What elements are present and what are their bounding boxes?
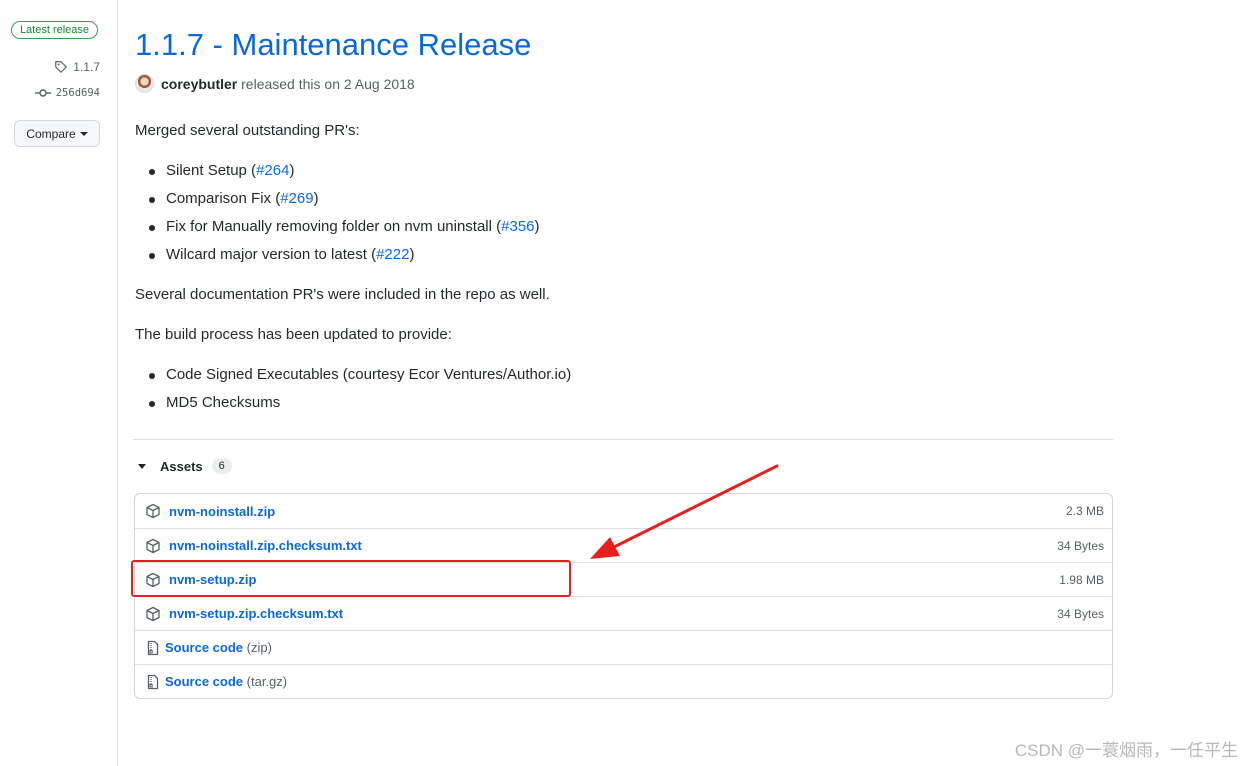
package-icon	[146, 606, 160, 621]
asset-row[interactable]: nvm-noinstall.zip.checksum.txt 34 Bytes	[135, 528, 1112, 562]
git-commit-icon	[34, 89, 51, 97]
source-row[interactable]: Source code (tar.gz)	[135, 664, 1112, 698]
commit-sha: 256d694	[55, 87, 100, 99]
author-link[interactable]: coreybutler	[161, 76, 237, 92]
latest-release-badge[interactable]: Latest release	[11, 21, 98, 39]
asset-row[interactable]: nvm-setup.zip.checksum.txt 34 Bytes	[135, 596, 1112, 630]
asset-size: 34 Bytes	[1057, 606, 1104, 621]
release-title[interactable]: 1.1.7 - Maintenance Release	[135, 27, 531, 63]
asset-link[interactable]: nvm-noinstall.zip	[169, 504, 275, 519]
compare-button[interactable]: Compare	[14, 120, 100, 147]
compare-label: Compare	[26, 126, 76, 141]
tag-link[interactable]: 1.1.7	[54, 60, 100, 74]
asset-link[interactable]: nvm-noinstall.zip.checksum.txt	[169, 538, 362, 553]
divider	[133, 439, 1113, 440]
highlight-box	[131, 560, 571, 597]
asset-row[interactable]: nvm-noinstall.zip 2.3 MB	[135, 494, 1112, 528]
intro-paragraph: Merged several outstanding PR's:	[135, 122, 360, 139]
release-author-line: coreybutler released this on 2 Aug 2018	[135, 74, 415, 93]
file-zip-icon	[147, 674, 159, 689]
asset-size: 1.98 MB	[1059, 572, 1104, 587]
list-item: Wilcard major version to latest (#222)	[135, 241, 540, 269]
package-icon	[146, 538, 160, 553]
pr-link[interactable]: #269	[280, 190, 313, 207]
build-paragraph: The build process has been updated to pr…	[135, 326, 452, 343]
release-date-text: released this on 2 Aug 2018	[241, 75, 415, 92]
list-item: MD5 Checksums	[135, 389, 571, 417]
pr-link[interactable]: #222	[376, 246, 409, 263]
assets-count-badge: 6	[211, 458, 232, 474]
build-list: Code Signed Executables (courtesy Ecor V…	[135, 361, 571, 417]
triangle-down-icon	[138, 463, 146, 469]
pr-list: Silent Setup (#264) Comparison Fix (#269…	[135, 157, 540, 269]
list-item: Silent Setup (#264)	[135, 157, 540, 185]
source-code-link[interactable]: Source code (tar.gz)	[165, 674, 287, 689]
package-icon	[146, 503, 160, 519]
asset-size: 34 Bytes	[1057, 538, 1104, 553]
list-item: Code Signed Executables (courtesy Ecor V…	[135, 361, 571, 389]
tag-icon	[55, 61, 68, 73]
pr-link[interactable]: #356	[501, 218, 534, 235]
watermark: CSDN @一蓑烟雨，一任平生	[1014, 741, 1238, 760]
commit-link[interactable]: 256d694	[34, 87, 100, 99]
release-sidebar: Latest release 1.1.7 256d694 Compare	[0, 0, 118, 766]
asset-size: 2.3 MB	[1065, 504, 1104, 518]
file-zip-icon	[147, 640, 159, 655]
assets-toggle[interactable]: Assets 6	[138, 458, 232, 474]
assets-label: Assets	[160, 458, 203, 474]
asset-link[interactable]: nvm-setup.zip.checksum.txt	[169, 606, 343, 621]
list-item: Comparison Fix (#269)	[135, 185, 540, 213]
avatar[interactable]	[135, 74, 154, 93]
pr-link[interactable]: #264	[256, 162, 289, 179]
list-item: Fix for Manually removing folder on nvm …	[135, 213, 540, 241]
source-code-link[interactable]: Source code (zip)	[165, 640, 272, 655]
tag-name: 1.1.7	[73, 60, 100, 74]
docs-paragraph: Several documentation PR's were included…	[135, 286, 550, 303]
source-row[interactable]: Source code (zip)	[135, 630, 1112, 664]
caret-down-icon	[79, 131, 88, 136]
